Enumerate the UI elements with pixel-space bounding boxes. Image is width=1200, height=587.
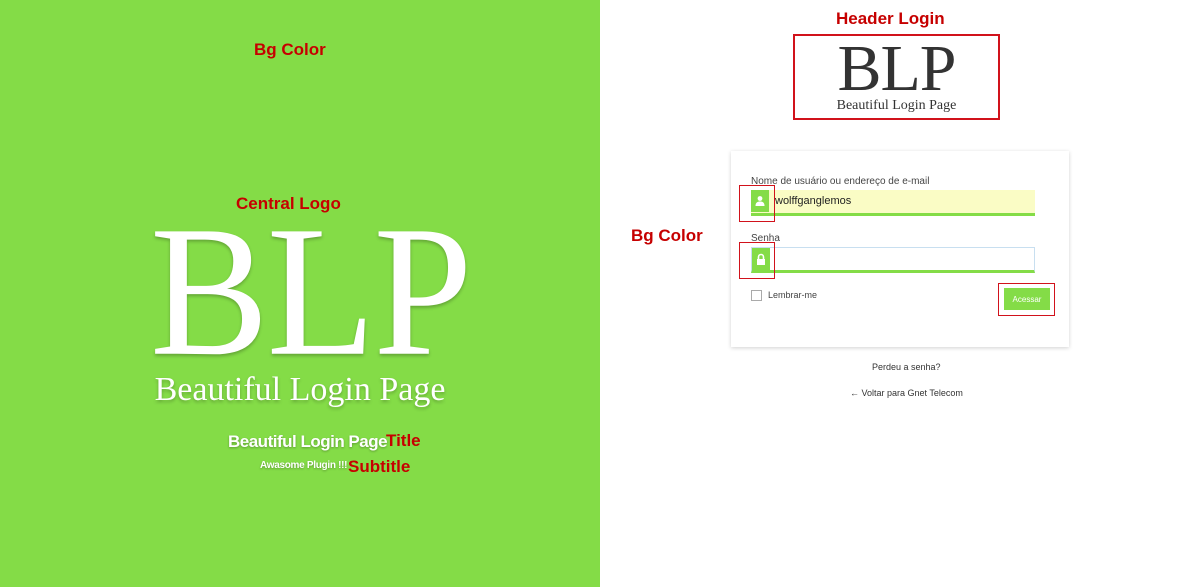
header-login-logo[interactable]: BLP Beautiful Login Page [793,34,1000,120]
annotation-bg-color-right: Bg Color [631,226,703,245]
left-title: Beautiful Login Page [228,432,388,451]
back-to-site-link[interactable]: ← Voltar para Gnet Telecom [850,388,963,398]
username-icon-highlight [739,185,775,222]
central-logo: BLP Beautiful Login Page [150,186,472,410]
annotation-bg-color-left: Bg Color [254,40,326,59]
header-logo-tagline: Beautiful Login Page [836,98,957,113]
lost-password-link[interactable]: Perdeu a senha? [872,362,941,372]
remember-me-label: Lembrar-me [768,290,818,300]
username-input[interactable]: wolffganglemos [751,190,1035,216]
submit-button-highlight [998,283,1055,316]
username-value: wolffganglemos [775,195,852,207]
annotation-subtitle: Subtitle [348,457,411,476]
remember-me-checkbox[interactable] [751,290,762,301]
password-icon-highlight [739,242,775,279]
header-logo-mark: BLP [837,32,956,105]
annotation-title: Title [386,431,421,450]
annotation-header-login: Header Login [836,9,945,28]
username-label: Nome de usuário ou endereço de e-mail [751,176,930,187]
central-logo-mark: BLP [150,186,472,395]
password-input[interactable] [751,247,1035,273]
left-subtitle: Awasome Plugin !!! [260,460,348,471]
